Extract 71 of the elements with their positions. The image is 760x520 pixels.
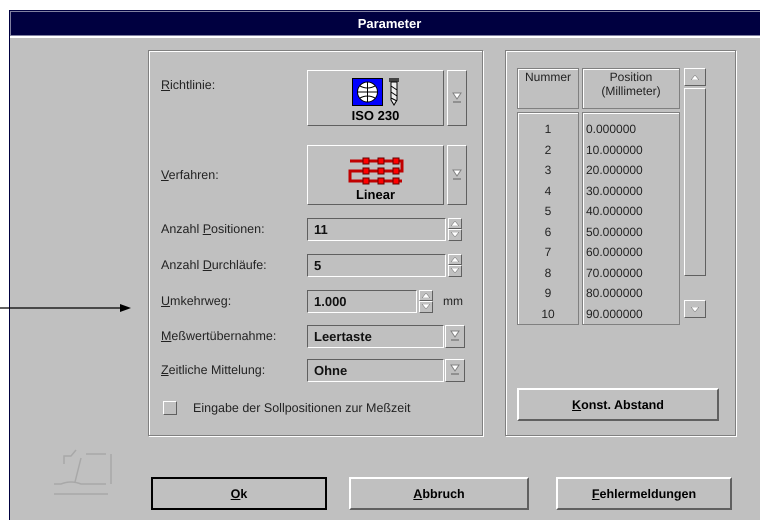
number-field[interactable]: 5: [307, 254, 446, 276]
table-cell-text: 8: [544, 264, 552, 282]
field-label: Anzahl Durchläufe:: [161, 258, 268, 272]
down-arrow-icon: [422, 304, 430, 310]
dropdown-field[interactable]: Leertaste: [307, 324, 444, 348]
field-label: Anzahl Positionen:: [161, 222, 266, 236]
table-cell-text: 10: [541, 306, 555, 322]
table-cell-text: 90.000000: [586, 306, 643, 322]
dialog-button[interactable]: Ok: [151, 477, 327, 510]
dropdown-arrow-icon: [450, 364, 460, 376]
table-cell-text: 1: [544, 121, 552, 138]
up-arrow-icon: [422, 292, 430, 298]
field-label: Meßwertübernahme:: [161, 329, 278, 343]
table-cell-text: 40.000000: [586, 203, 643, 220]
globe-and-drill-icon: [352, 78, 400, 106]
window-title: Parameter: [10, 11, 760, 36]
table-cell-text: 50.000000: [586, 224, 643, 240]
table-cell-text: 60.000000: [586, 244, 643, 261]
linear-path-icon: [348, 157, 404, 185]
table-cell-text: 70.000000: [586, 264, 643, 282]
field-label: Verfahren:: [161, 168, 220, 182]
up-arrow-icon: [451, 256, 459, 262]
dropdown-arrow-icon: [452, 169, 462, 181]
down-arrow-icon: [691, 306, 699, 312]
dropdown-field[interactable]: Ohne: [307, 358, 444, 382]
dropdown-button[interactable]: [445, 324, 465, 348]
table-cell-text: 7: [544, 244, 552, 261]
checkbox-label: Eingabe der Sollpositionen zur Meßzeit: [193, 401, 410, 415]
dropdown-button[interactable]: [447, 145, 467, 205]
dropdown-arrow-icon: [452, 92, 462, 104]
dropdown-arrow-icon: [450, 330, 460, 342]
dialog-button[interactable]: Abbruch: [349, 477, 529, 510]
number-field[interactable]: 1.000: [307, 290, 417, 312]
picker-button[interactable]: Linear: [307, 145, 444, 205]
scroll-down-button[interactable]: [684, 300, 706, 318]
constant-spacing-button[interactable]: Konst. Abstand: [517, 388, 719, 421]
down-arrow-icon: [451, 268, 459, 274]
spin-up-button[interactable]: [448, 218, 462, 229]
spin-up-button[interactable]: [419, 290, 433, 301]
table-cell-text: 20.000000: [586, 162, 643, 179]
table-cell-text: 3: [544, 162, 552, 179]
scroll-up-button[interactable]: [684, 68, 706, 86]
table-cell-text: 5: [544, 203, 552, 220]
up-arrow-icon: [451, 220, 459, 226]
picker-button[interactable]: ISO 230: [307, 70, 444, 126]
table-cell-text: 10.000000: [586, 142, 643, 158]
dialog-button[interactable]: Fehlermeldungen: [556, 477, 732, 510]
table-cell-text: 9: [544, 285, 552, 302]
spin-down-button[interactable]: [419, 301, 433, 312]
table-cell-text: 80.000000: [586, 285, 643, 302]
dropdown-button[interactable]: [445, 358, 465, 382]
field-label: Zeitliche Mittelung:: [161, 363, 266, 377]
table-cell-text: 2: [544, 142, 552, 158]
checkbox[interactable]: [163, 401, 177, 415]
field-label: Richtlinie:: [161, 77, 216, 92]
table-cell-text: 30.000000: [586, 182, 643, 200]
number-field[interactable]: 11: [307, 218, 446, 240]
up-arrow-icon: [691, 74, 699, 80]
dropdown-button[interactable]: [447, 70, 467, 126]
table-cell-text: 0.000000: [586, 121, 636, 138]
spin-down-button[interactable]: [448, 229, 462, 240]
scroll-thumb[interactable]: [684, 88, 706, 276]
unit-label: mm: [443, 294, 463, 308]
table-cell-text: 4: [544, 182, 552, 200]
field-label: Umkehrweg:: [161, 294, 232, 308]
spin-up-button[interactable]: [448, 254, 462, 265]
down-arrow-icon: [451, 232, 459, 238]
column-header: Position (Millimeter): [582, 68, 680, 109]
spin-down-button[interactable]: [448, 265, 462, 276]
table-cell-text: 6: [544, 224, 552, 240]
column-header: Nummer: [517, 68, 579, 109]
